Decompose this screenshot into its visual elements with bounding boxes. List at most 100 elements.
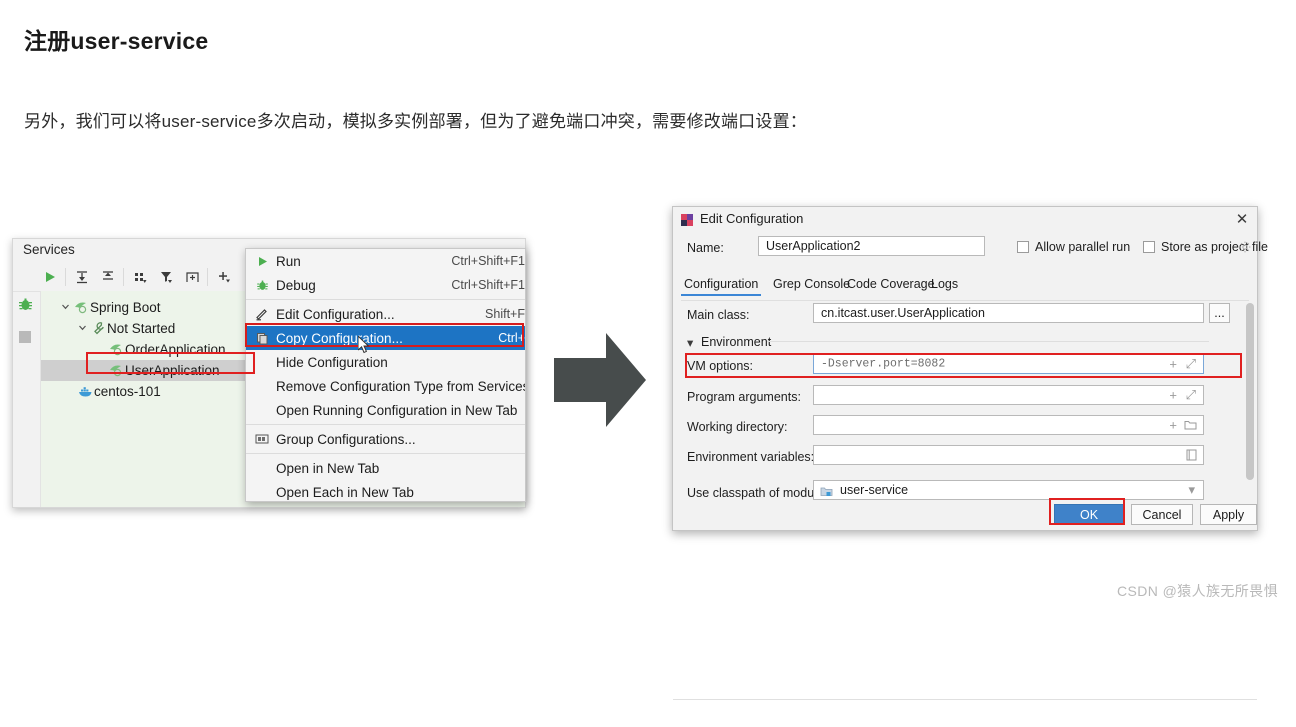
group-icon [252, 429, 272, 449]
menu-item-copy-configuration[interactable]: Copy Configuration... Ctrl+ [246, 326, 525, 350]
environment-variables-label: Environment variables: [687, 450, 815, 464]
folder-icon[interactable] [1184, 420, 1197, 431]
environment-section-chevron-icon[interactable]: ▾ [687, 335, 693, 350]
program-arguments-input[interactable]: + ⤢ [813, 385, 1204, 405]
tab-code-coverage[interactable]: Code Coverage [847, 277, 935, 291]
ok-button[interactable]: OK [1054, 504, 1124, 525]
menu-item-run[interactable]: Run Ctrl+Shift+F1 [246, 249, 525, 273]
copy-icon [252, 328, 272, 348]
main-class-browse-button[interactable]: ... [1209, 303, 1230, 323]
menu-item-debug[interactable]: Debug Ctrl+Shift+F1 [246, 273, 525, 297]
menu-divider [246, 453, 525, 454]
menu-item-label: Open Running Configuration in New Tab [276, 402, 518, 418]
cancel-button[interactable]: Cancel [1131, 504, 1193, 525]
menu-item-shortcut: Ctrl+ [498, 331, 525, 345]
menu-item-open-running-configuration-new-tab[interactable]: Open Running Configuration in New Tab [246, 398, 525, 422]
debug-icon[interactable] [18, 297, 33, 317]
vm-options-value: -Dserver.port=8082 [821, 357, 946, 371]
working-directory-label: Working directory: [687, 420, 788, 434]
allow-parallel-run-label: Allow parallel run [1035, 240, 1131, 254]
tree-item-label: Not Started [107, 321, 176, 336]
menu-item-label: Copy Configuration... [276, 330, 403, 346]
menu-item-label: Debug [276, 277, 316, 293]
add-service-icon[interactable] [213, 266, 235, 288]
expand-icon[interactable]: ⤢ [1186, 387, 1196, 403]
list-icon[interactable] [1186, 449, 1197, 461]
add-icon[interactable]: + [1169, 388, 1177, 403]
article-paragraph: 另外，我们可以将user-service多次启动，模拟多实例部署，但为了避免端口… [24, 112, 807, 131]
blank-icon [252, 482, 272, 501]
program-arguments-label: Program arguments: [687, 390, 801, 404]
watermark: CSDN @猿人族无所畏惧 [1117, 583, 1278, 599]
classpath-value: user-service [840, 483, 909, 497]
classpath-label: Use classpath of module: [687, 486, 828, 500]
tab-grep-console[interactable]: Grep Console [773, 277, 850, 291]
group-by-icon[interactable] [129, 266, 151, 288]
dialog-title: Edit Configuration [700, 211, 804, 226]
add-icon[interactable]: + [1169, 418, 1177, 433]
tree-item-label: Spring Boot [90, 300, 161, 315]
services-sidebar [13, 291, 39, 507]
environment-section-divider [767, 341, 1209, 342]
add-tab-icon[interactable] [181, 266, 203, 288]
blank-icon [252, 458, 272, 478]
menu-item-label: Run [276, 253, 301, 269]
run-icon[interactable] [39, 266, 61, 288]
menu-item-remove-configuration-type[interactable]: Remove Configuration Type from Services [246, 374, 525, 398]
expand-icon[interactable]: ⤢ [1186, 356, 1196, 372]
apply-button[interactable]: Apply [1200, 504, 1257, 525]
classpath-select[interactable]: user-service ▾ [813, 480, 1204, 500]
name-input[interactable]: UserApplication2 [758, 236, 985, 256]
vm-options-input[interactable]: -Dserver.port=8082 + ⤢ [813, 354, 1204, 374]
tree-item-label: centos-101 [94, 384, 161, 399]
tab-logs[interactable]: Logs [931, 277, 958, 291]
dialog-scrollbar[interactable] [1246, 303, 1254, 593]
page-title: 注册user-service [24, 28, 209, 54]
spring-boot-icon [107, 343, 125, 356]
menu-item-hide-configuration[interactable]: Hide Configuration [246, 350, 525, 374]
dialog-scrollbar-thumb[interactable] [1246, 303, 1254, 480]
context-menu: Run Ctrl+Shift+F1 Debug Ctrl+Shift+F1 Ed… [245, 248, 526, 502]
menu-item-label: Open in New Tab [276, 460, 380, 476]
run-icon [252, 251, 272, 271]
menu-item-open-in-new-tab[interactable]: Open in New Tab [246, 456, 525, 480]
name-input-value: UserApplication2 [766, 239, 861, 253]
blank-icon [252, 376, 272, 396]
main-class-input[interactable]: cn.itcast.user.UserApplication [813, 303, 1204, 323]
menu-item-open-each-in-new-tab[interactable]: Open Each in New Tab [246, 480, 525, 501]
menu-item-shortcut: Shift+F [485, 307, 525, 321]
filter-icon[interactable] [155, 266, 177, 288]
blank-icon [252, 352, 272, 372]
spring-boot-icon [107, 364, 125, 377]
allow-parallel-run-checkbox[interactable] [1017, 241, 1029, 253]
module-icon [820, 485, 833, 503]
chevron-down-icon[interactable]: ▾ [1188, 482, 1195, 498]
wrench-icon [89, 322, 107, 335]
stop-icon[interactable] [19, 331, 31, 343]
expand-all-icon[interactable] [71, 266, 93, 288]
tree-item-label: OrderApplication [125, 342, 226, 357]
working-directory-input[interactable]: + [813, 415, 1204, 435]
menu-item-label: Remove Configuration Type from Services [276, 378, 526, 394]
chevron-down-icon[interactable] [59, 302, 72, 313]
menu-item-label: Group Configurations... [276, 431, 416, 447]
close-icon[interactable]: ✕ [1233, 210, 1251, 228]
add-icon[interactable]: + [1169, 357, 1177, 372]
gear-icon[interactable] [1239, 240, 1251, 258]
spring-boot-icon [72, 301, 90, 314]
debug-icon [252, 275, 272, 295]
menu-item-group-configurations[interactable]: Group Configurations... [246, 427, 525, 451]
collapse-all-icon[interactable] [97, 266, 119, 288]
name-label: Name: [687, 241, 724, 255]
tab-configuration[interactable]: Configuration [680, 277, 762, 296]
environment-section-label: Environment [701, 335, 772, 349]
store-as-project-file-checkbox[interactable] [1143, 241, 1155, 253]
environment-variables-input[interactable] [813, 445, 1204, 465]
blank-icon [252, 400, 272, 420]
vm-options-label: VM options: [687, 359, 754, 373]
chevron-down-icon[interactable] [76, 323, 89, 334]
edit-configuration-dialog: Edit Configuration ✕ Name: UserApplicati… [672, 206, 1268, 700]
flow-arrow-icon [554, 333, 646, 427]
menu-item-edit-configuration[interactable]: Edit Configuration... Shift+F [246, 302, 525, 326]
tree-item-label: UserApplication [125, 363, 220, 378]
